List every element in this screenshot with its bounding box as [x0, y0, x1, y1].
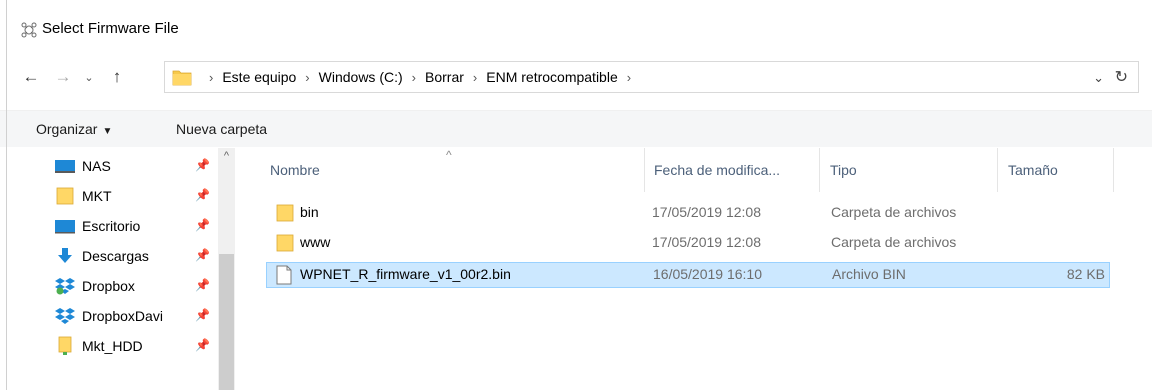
- file-date: 17/05/2019 12:08: [652, 234, 761, 250]
- file-date: 16/05/2019 16:10: [653, 266, 762, 282]
- column-header-date[interactable]: Fecha de modifica...: [654, 148, 780, 192]
- network-drive-icon: [54, 157, 76, 175]
- nav-item-label: NAS: [82, 158, 111, 174]
- organize-label: Organizar: [36, 121, 98, 137]
- breadcrumb-separator-icon[interactable]: ›: [209, 70, 213, 85]
- column-divider[interactable]: [644, 148, 645, 192]
- breadcrumb-item-enm-retrocompatible[interactable]: ENM retrocompatible: [486, 69, 618, 85]
- file-icon: [276, 265, 292, 288]
- nav-item-label: DropboxDavi: [82, 308, 163, 324]
- pin-icon[interactable]: 📌: [195, 158, 210, 172]
- caret-down-icon: ▼: [102, 126, 113, 137]
- breadcrumb-separator-icon[interactable]: ›: [473, 70, 477, 85]
- breadcrumb-item-windows-c[interactable]: Windows (C:): [319, 69, 403, 85]
- breadcrumb-item-este-equipo[interactable]: Este equipo: [222, 69, 296, 85]
- forward-arrow-icon[interactable]: →: [52, 66, 74, 88]
- file-list: ^ Nombre Fecha de modifica... Tipo Tamañ…: [240, 148, 1152, 390]
- scroll-up-arrow-icon[interactable]: ^: [218, 150, 235, 168]
- column-divider[interactable]: [819, 148, 820, 192]
- folder-icon: [172, 67, 192, 90]
- firmware-app-icon: [20, 21, 38, 39]
- file-date: 17/05/2019 12:08: [652, 204, 761, 220]
- refresh-icon[interactable]: ↻: [1115, 67, 1128, 87]
- navigation-pane: NAS 📌 MKT 📌 Escritorio 📌 Descargas 📌 Dro…: [0, 148, 240, 390]
- pin-icon[interactable]: 📌: [195, 248, 210, 262]
- nav-item-label: Descargas: [82, 248, 149, 264]
- nav-item-label: Dropbox: [82, 278, 135, 294]
- up-arrow-icon[interactable]: ↑: [106, 66, 128, 88]
- file-row-www[interactable]: www 17/05/2019 12:08 Carpeta de archivos: [266, 230, 1110, 256]
- desktop-icon: [54, 217, 76, 235]
- recent-locations-chevron-icon[interactable]: ⌄: [78, 66, 100, 88]
- organize-button[interactable]: Organizar ▼: [36, 121, 112, 137]
- file-name: WPNET_R_firmware_v1_00r2.bin: [300, 266, 511, 282]
- folder-icon: [276, 234, 294, 255]
- dropbox-icon: [54, 277, 76, 295]
- folder-icon: [54, 187, 76, 205]
- file-size: 82 KB: [1066, 266, 1105, 282]
- address-bar[interactable]: › Este equipo › Windows (C:) › Borrar › …: [164, 61, 1139, 93]
- address-dropdown-chevron-icon[interactable]: ⌄: [1093, 70, 1104, 86]
- back-arrow-icon[interactable]: ←: [20, 66, 42, 88]
- file-row-firmware[interactable]: WPNET_R_firmware_v1_00r2.bin 16/05/2019 …: [266, 262, 1110, 288]
- folder-icon: [276, 204, 294, 225]
- column-header-type[interactable]: Tipo: [830, 148, 857, 192]
- breadcrumb-separator-icon[interactable]: ›: [627, 70, 631, 85]
- column-divider[interactable]: [1113, 148, 1114, 192]
- pin-icon[interactable]: 📌: [195, 188, 210, 202]
- nav-item-label: MKT: [82, 188, 112, 204]
- navigation-bar: ← → ⌄ ↑ › Este equipo › Windows (C:) › B…: [0, 58, 1152, 98]
- file-name: www: [300, 234, 331, 250]
- column-header-size[interactable]: Tamaño: [1008, 148, 1058, 192]
- pin-icon[interactable]: 📌: [195, 278, 210, 292]
- command-bar: Organizar ▼ Nueva carpeta: [0, 110, 1152, 147]
- pin-icon[interactable]: 📌: [195, 218, 210, 232]
- breadcrumb-separator-icon[interactable]: ›: [412, 70, 416, 85]
- breadcrumb: › Este equipo › Windows (C:) › Borrar › …: [200, 69, 640, 85]
- window-title: Select Firmware File: [42, 20, 179, 37]
- file-type: Carpeta de archivos: [831, 234, 957, 250]
- breadcrumb-item-borrar[interactable]: Borrar: [425, 69, 464, 85]
- column-divider[interactable]: [997, 148, 998, 192]
- download-icon: [54, 247, 76, 265]
- file-type: Archivo BIN: [832, 266, 906, 282]
- file-row-bin[interactable]: bin 17/05/2019 12:08 Carpeta de archivos: [266, 200, 1110, 226]
- title-bar: Select Firmware File: [0, 0, 1152, 58]
- sort-ascending-chevron-icon: ^: [446, 148, 452, 162]
- breadcrumb-separator-icon[interactable]: ›: [305, 70, 309, 85]
- pin-icon[interactable]: 📌: [195, 308, 210, 322]
- file-name: bin: [300, 204, 319, 220]
- new-folder-button[interactable]: Nueva carpeta: [176, 121, 267, 137]
- column-header-name[interactable]: Nombre: [270, 148, 320, 192]
- pin-icon[interactable]: 📌: [195, 338, 210, 352]
- scrollbar-thumb[interactable]: [219, 254, 234, 390]
- dropbox-icon: [54, 307, 76, 325]
- nav-item-label: Mkt_HDD: [82, 338, 143, 354]
- folder-icon: [54, 336, 76, 355]
- file-type: Carpeta de archivos: [831, 204, 957, 220]
- nav-item-label: Escritorio: [82, 218, 141, 234]
